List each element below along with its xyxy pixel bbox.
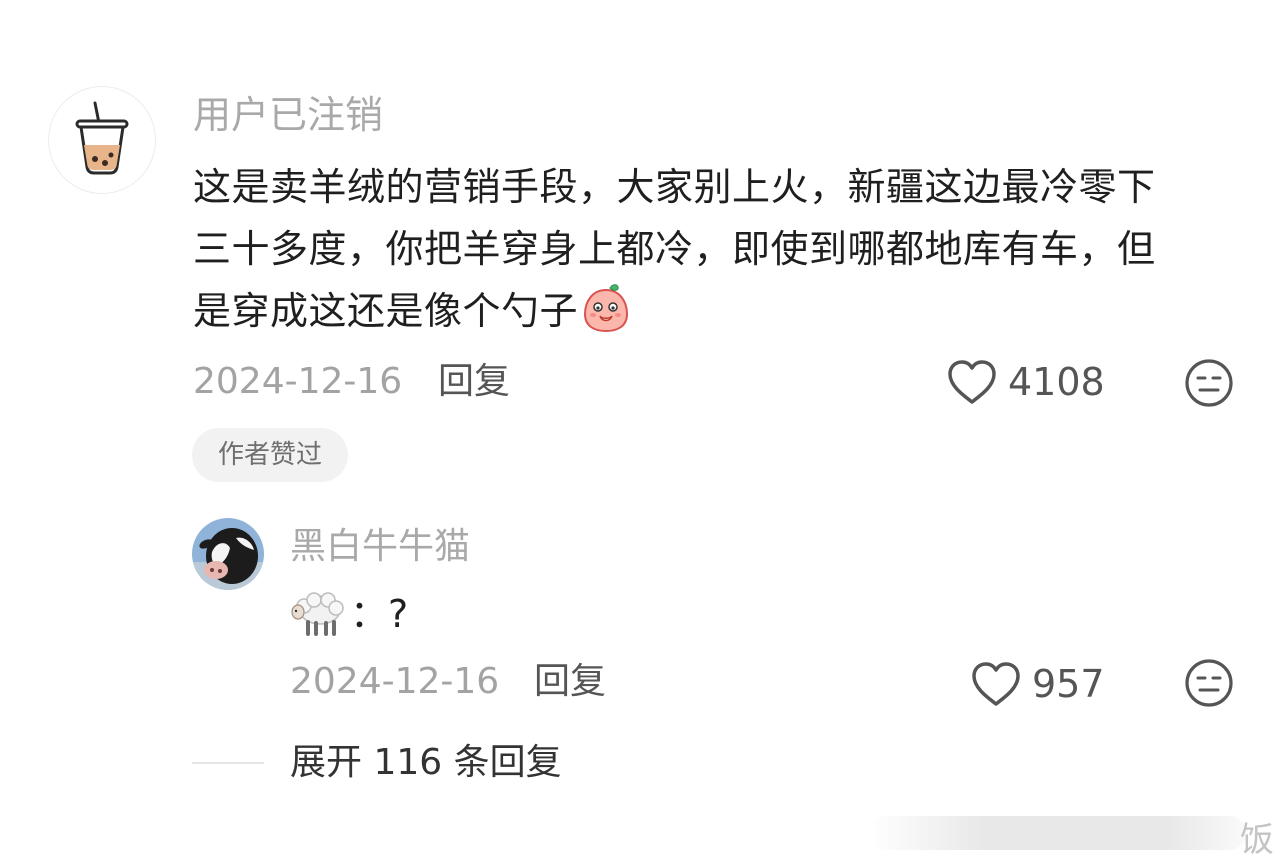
reply-button[interactable]: 回复	[534, 660, 606, 704]
reply-text: ：?	[290, 586, 408, 642]
avatar[interactable]	[192, 518, 264, 590]
heart-icon	[972, 662, 1020, 706]
like-count: 4108	[1008, 360, 1105, 404]
comment-text-line: 是穿成这还是像个勺子	[193, 280, 1243, 342]
dislike-icon[interactable]	[1184, 358, 1234, 408]
expand-replies-button[interactable]: 展开 116 条回复	[290, 740, 562, 786]
covering-mouth-blob-emoji	[584, 284, 629, 333]
bubble-tea-icon	[75, 101, 129, 175]
comment-text: 这是卖羊绒的营销手段，大家别上火，新疆这边最冷零下 三十多度，你把羊穿身上都冷，…	[193, 156, 1243, 342]
avatar[interactable]	[48, 86, 156, 194]
reply-button[interactable]: 回复	[438, 360, 510, 404]
watermark-bar	[868, 816, 1246, 850]
like-count: 957	[1032, 662, 1105, 706]
comment-text-line: 三十多度，你把羊穿身上都冷，即使到哪都地库有车，但	[193, 227, 1156, 271]
comment-text-segment: 是穿成这还是像个勺子	[193, 289, 579, 333]
cow-avatar	[192, 518, 264, 590]
reply-text-content: ：?	[350, 592, 409, 636]
divider	[192, 762, 264, 764]
sheep-emoji	[291, 592, 344, 636]
comment-date: 2024-12-16	[193, 361, 403, 402]
dislike-icon[interactable]	[1184, 658, 1234, 708]
comment-text-line: 这是卖羊绒的营销手段，大家别上火，新疆这边最冷零下	[193, 165, 1156, 209]
reply-date: 2024-12-16	[290, 661, 500, 702]
comment-username[interactable]: 用户已注销	[193, 90, 383, 140]
heart-icon	[948, 360, 996, 404]
like-button[interactable]: 957	[970, 660, 1105, 708]
reply-username[interactable]: 黑白牛牛猫	[290, 522, 470, 572]
like-button[interactable]: 4108	[946, 358, 1105, 406]
author-liked-badge: 作者赞过	[192, 428, 348, 482]
watermark-text: 饭	[1240, 820, 1274, 860]
